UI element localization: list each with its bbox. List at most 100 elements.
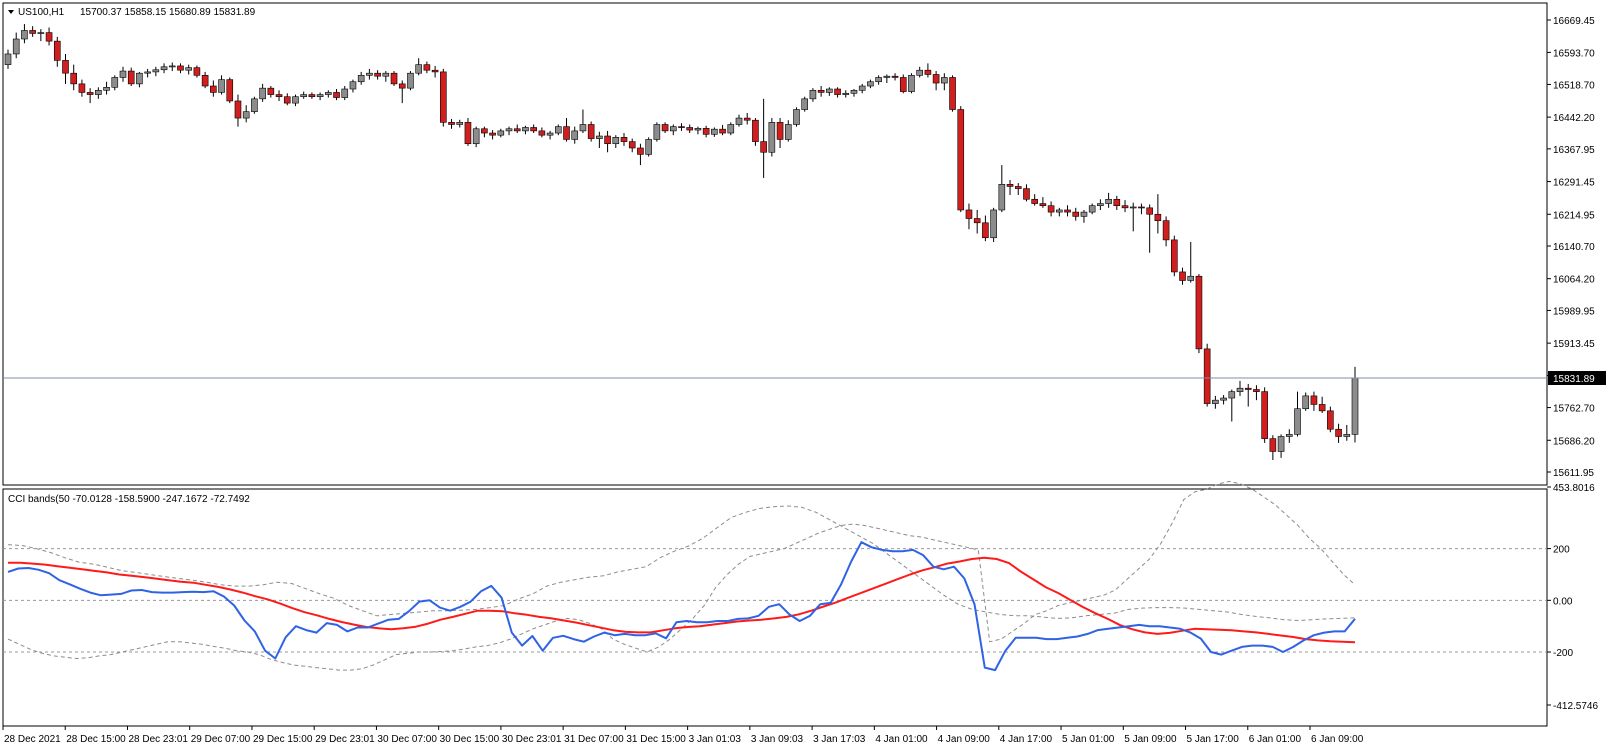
candle	[440, 68, 447, 127]
candle-body	[678, 126, 685, 128]
candle-body	[858, 85, 866, 91]
candle	[908, 73, 915, 94]
candle-body	[185, 67, 192, 71]
time-tick-label: 28 Dec 15:00	[66, 734, 126, 745]
candle-body	[1031, 198, 1038, 204]
candle-body	[1236, 387, 1244, 392]
candle-body	[1088, 205, 1096, 213]
candle-body	[275, 94, 283, 98]
candle-body	[1179, 271, 1186, 281]
candle-body	[1335, 428, 1342, 437]
candle-body	[1261, 391, 1268, 439]
time-tick-label: 6 Jan 09:00	[1311, 734, 1364, 745]
candle-body	[801, 98, 809, 110]
candle-body	[1162, 220, 1170, 241]
indicator-label: CCI bands(50 -70.0128 -158.5900 -247.167…	[8, 494, 250, 505]
candle	[587, 121, 595, 142]
time-tick-label: 30 Dec 07:00	[377, 734, 437, 745]
time-tick-label: 31 Dec 07:00	[564, 734, 624, 745]
candle-body	[464, 122, 472, 145]
candle-body	[481, 128, 488, 134]
candle-body	[497, 130, 505, 136]
candle	[990, 207, 997, 243]
ohlc-label: 15700.37 15858.15 15680.89 15831.89	[80, 7, 256, 18]
candle-body	[513, 128, 521, 132]
candle-body	[719, 128, 726, 134]
candle-body	[283, 96, 291, 104]
candle-body	[596, 135, 603, 139]
time-tick-label: 29 Dec 15:00	[253, 734, 313, 745]
candle-body	[628, 141, 636, 149]
time-tick-label: 30 Dec 23:01	[502, 734, 562, 745]
candle-body	[1097, 203, 1104, 206]
candle-body	[398, 83, 406, 89]
candle-body	[1023, 188, 1030, 200]
candle-body	[1138, 206, 1145, 209]
candle-body	[875, 77, 882, 83]
candle-body	[21, 30, 28, 40]
candle-body	[1228, 391, 1236, 399]
candle-body	[210, 85, 217, 93]
candle	[1171, 235, 1178, 277]
indicator-tick-label: 453.8016	[1553, 483, 1595, 494]
symbol-header: US100,H1 15700.37 15858.15 15680.89 1583…	[8, 7, 256, 18]
candle-body	[1129, 206, 1137, 209]
candle-body	[1244, 387, 1252, 390]
candle-body	[374, 72, 381, 77]
candle-body	[604, 135, 611, 145]
time-tick-label: 31 Dec 15:00	[626, 734, 686, 745]
candle-body	[119, 70, 127, 78]
candle-body	[226, 79, 234, 102]
candle-body	[1064, 209, 1071, 213]
candle-body	[776, 122, 784, 140]
indicator-tick-label: 0.00	[1553, 596, 1573, 607]
candle	[801, 96, 809, 112]
candle-body	[341, 88, 349, 98]
candle-body	[489, 132, 496, 136]
candle-body	[193, 67, 201, 76]
candle	[949, 75, 956, 112]
candle-body	[1072, 211, 1080, 217]
candle-body	[867, 81, 874, 87]
time-tick-label: 29 Dec 07:00	[191, 734, 251, 745]
candle	[1203, 343, 1211, 407]
candle-body	[826, 88, 833, 93]
candle	[645, 137, 652, 157]
candle-body	[587, 124, 595, 139]
price-tick-label: 15762.70	[1553, 404, 1595, 415]
candle-body	[177, 65, 184, 71]
candle-body	[571, 130, 579, 140]
candle-body	[267, 87, 275, 95]
candle-body	[423, 64, 431, 71]
candle-body	[472, 128, 480, 145]
time-tick-label: 5 Jan 01:00	[1062, 734, 1115, 745]
time-tick-label: 3 Jan 17:03	[813, 734, 866, 745]
candle-body	[1212, 399, 1219, 404]
chart-canvas: 16669.45 16593.70 16518.70 16442.20 16367.95…	[2, 2, 1606, 745]
candle-body	[103, 86, 110, 91]
candle-body	[990, 209, 997, 239]
candle	[899, 74, 907, 94]
price-tick-label: 16064.20	[1553, 275, 1595, 286]
symbol-label: US100,H1	[18, 7, 65, 18]
candle-body	[932, 74, 940, 84]
candle-body	[95, 89, 102, 95]
candle-body	[760, 141, 767, 153]
candle-body	[686, 127, 694, 131]
candle-body	[1343, 434, 1351, 437]
candle-body	[916, 69, 923, 76]
price-tick-label: 16518.70	[1553, 80, 1595, 91]
candle-body	[850, 89, 858, 94]
price-pane[interactable]	[2, 2, 1548, 486]
candle-body	[768, 122, 776, 153]
candle-body	[4, 53, 12, 65]
candle-body	[538, 130, 546, 136]
candle-body	[1187, 275, 1195, 281]
candle-body	[316, 94, 324, 98]
time-tick-label: 3 Jan 09:03	[751, 734, 804, 745]
candle-body	[1203, 348, 1211, 404]
price-tick-label: 15611.95	[1553, 468, 1594, 479]
candle-body	[941, 77, 948, 84]
candle-body	[1105, 198, 1112, 204]
candle-body	[883, 75, 891, 78]
